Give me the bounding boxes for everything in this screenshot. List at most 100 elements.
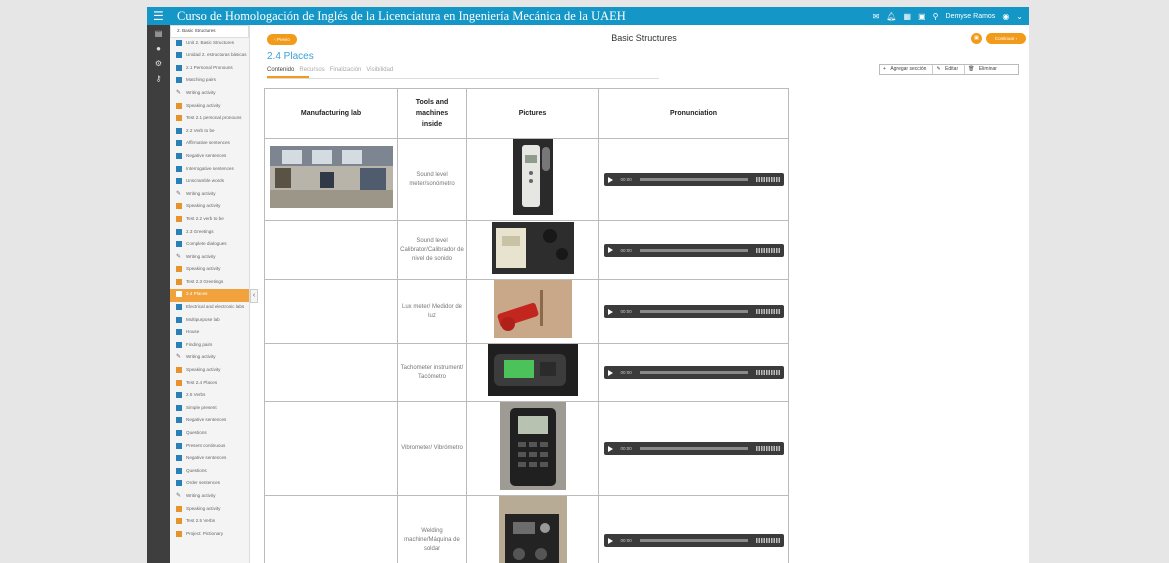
tab-finalizacion[interactable]: Finalización [330, 67, 362, 73]
course-index-item[interactable]: 2.4 Places [170, 289, 249, 303]
course-index-item[interactable]: 2.3 Greetings [170, 227, 249, 240]
course-index-item[interactable]: Speaking activity [170, 504, 249, 517]
search-icon[interactable]: ⚲ [933, 12, 939, 21]
course-index-item[interactable]: Test 2.3 Greetings [170, 277, 249, 290]
course-index-item[interactable]: ✎ Writing activity [170, 352, 249, 365]
course-index-item[interactable]: Speaking activity [170, 365, 249, 378]
volume-icon[interactable] [755, 309, 780, 314]
manufacturing-lab-photo [269, 146, 393, 208]
course-index-item[interactable]: Test 2.1 personal pronouns [170, 113, 249, 126]
course-index-item[interactable]: 2.5 Verbs [170, 390, 249, 403]
course-index-item[interactable]: Multipurpose lab [170, 315, 249, 328]
course-index-item[interactable]: Speaking activity [170, 101, 249, 114]
audio-player[interactable]: 00:00 [603, 366, 784, 379]
tab-recursos[interactable]: Recursos [299, 67, 324, 73]
course-index-item[interactable]: Electrical and electronic labs [170, 302, 249, 315]
play-icon[interactable] [607, 176, 613, 183]
course-index-item[interactable]: Test 2.5 Verbs [170, 516, 249, 529]
course-index-item[interactable]: Speaking activity [170, 201, 249, 214]
audio-progress-bar[interactable] [639, 539, 748, 542]
course-index-item[interactable]: Complete dialogues [170, 239, 249, 252]
course-index-item[interactable]: Speaking activity [170, 264, 249, 277]
delete-button[interactable]: 🗑︎ Eliminar [965, 65, 1003, 74]
course-index-item[interactable]: Negative sentences [170, 151, 249, 164]
course-index-item[interactable]: ✎ Writing activity [170, 88, 249, 101]
play-icon[interactable] [607, 369, 613, 376]
audio-progress-bar[interactable] [639, 178, 748, 181]
course-index-item[interactable]: Questions [170, 466, 249, 479]
volume-icon[interactable] [755, 370, 780, 375]
completion-icon[interactable]: ▣ [971, 33, 982, 44]
course-index-label: Speaking activity [186, 367, 221, 373]
course-index-item[interactable]: Negative sentences [170, 415, 249, 428]
course-index-label: Negative sentences [186, 152, 227, 158]
course-index-item[interactable]: Matching pairs [170, 75, 249, 88]
course-index-item[interactable]: ✎ Writing activity [170, 252, 249, 265]
volume-icon[interactable] [755, 247, 780, 253]
participants-icon[interactable]: ● [147, 42, 170, 55]
audio-progress-bar[interactable] [639, 447, 748, 450]
volume-icon[interactable] [755, 177, 780, 182]
play-icon[interactable] [607, 445, 613, 452]
audio-player[interactable]: 00:00 [603, 305, 784, 318]
mail-icon[interactable]: ✉ [873, 12, 880, 21]
audio-progress-bar[interactable] [639, 310, 748, 313]
notification-icon[interactable]: 🔔︎ [886, 12, 896, 21]
play-icon[interactable] [607, 537, 613, 544]
grid-icon[interactable]: ▦ [904, 12, 912, 21]
course-index-item[interactable]: Test 2.4 Places [170, 378, 249, 391]
course-index-label: Test 2.5 Verbs [186, 518, 216, 524]
course-index-item[interactable]: Interrogative sentences [170, 164, 249, 177]
audio-player[interactable]: 00:00 [603, 243, 784, 257]
hamburger-menu-icon[interactable]: ☰ [153, 8, 164, 24]
course-index-item[interactable]: Unidad 2. estructuras básicas [170, 50, 249, 63]
course-index-label: Questions [186, 430, 207, 435]
volume-icon[interactable] [755, 446, 780, 451]
course-index-item[interactable]: Unit 2. Basic Structures [170, 38, 249, 51]
chevron-down-icon[interactable]: ⌄ [1016, 12, 1023, 21]
course-index-item[interactable]: Finding pairs [170, 340, 249, 353]
course-index-item[interactable]: Project: Pictionary [170, 529, 249, 542]
volume-icon[interactable] [755, 538, 780, 543]
course-index-item[interactable]: Affirmative sentences [170, 138, 249, 151]
course-index-item[interactable]: Test 2.2 verb to be [170, 214, 249, 227]
next-button[interactable]: Continuar › [986, 33, 1026, 44]
course-index-item[interactable]: ✎ Writing activity [170, 491, 249, 504]
course-index-item[interactable]: Unscramble words [170, 176, 249, 189]
course-index-label: Unscramble words [186, 178, 225, 184]
course-title[interactable]: Curso de Homologación de Inglés de la Li… [177, 8, 626, 24]
audio-player[interactable]: 00:00 [603, 442, 784, 455]
audio-player[interactable]: 00:00 [603, 534, 784, 547]
course-index-item[interactable]: 2.2 Verb to be [170, 126, 249, 139]
page-icon [176, 64, 182, 71]
add-section-button[interactable]: + Agregar sección [880, 65, 934, 74]
calendar-icon[interactable]: ▣ [918, 12, 926, 21]
user-name[interactable]: Demyse Ramos [946, 13, 996, 20]
course-index-item[interactable]: Order sentences [170, 478, 249, 491]
avatar-icon[interactable]: ◉ [1002, 12, 1009, 21]
settings-icon[interactable]: ⚙ [147, 57, 170, 70]
course-index-item[interactable]: 2.1 Personal Pronouns [170, 63, 249, 76]
tab-visibilidad[interactable]: Visibilidad [366, 67, 393, 73]
course-index-item[interactable]: ✎ Writing activity [170, 189, 249, 202]
audio-player[interactable]: 00:00 [603, 173, 784, 186]
course-index-item[interactable]: Negative sentences [170, 453, 249, 466]
edit-button[interactable]: ✎ Editar [933, 65, 966, 74]
lux-meter-photo [493, 280, 572, 338]
page-icon [176, 127, 182, 134]
tab-contenido[interactable]: Contenido [267, 67, 294, 73]
course-index-label: Writing activity [186, 89, 216, 95]
course-index-item[interactable]: Present continuous [170, 441, 249, 454]
course-index-item[interactable]: House [170, 327, 249, 340]
course-index-item[interactable]: Simple present [170, 403, 249, 416]
course-index-item[interactable]: Questions [170, 428, 249, 441]
course-index-icon[interactable]: ▤ [147, 27, 170, 40]
play-icon[interactable] [607, 308, 613, 315]
audio-progress-bar[interactable] [639, 371, 748, 374]
picture-cell [466, 495, 599, 563]
audio-progress-bar[interactable] [639, 248, 748, 252]
course-index-item[interactable]: 2. Basic Structures [170, 25, 249, 38]
collapse-nav-icon[interactable]: ‹ [250, 289, 258, 303]
key-icon[interactable]: ⚷ [147, 72, 170, 85]
play-icon[interactable] [607, 247, 613, 253]
